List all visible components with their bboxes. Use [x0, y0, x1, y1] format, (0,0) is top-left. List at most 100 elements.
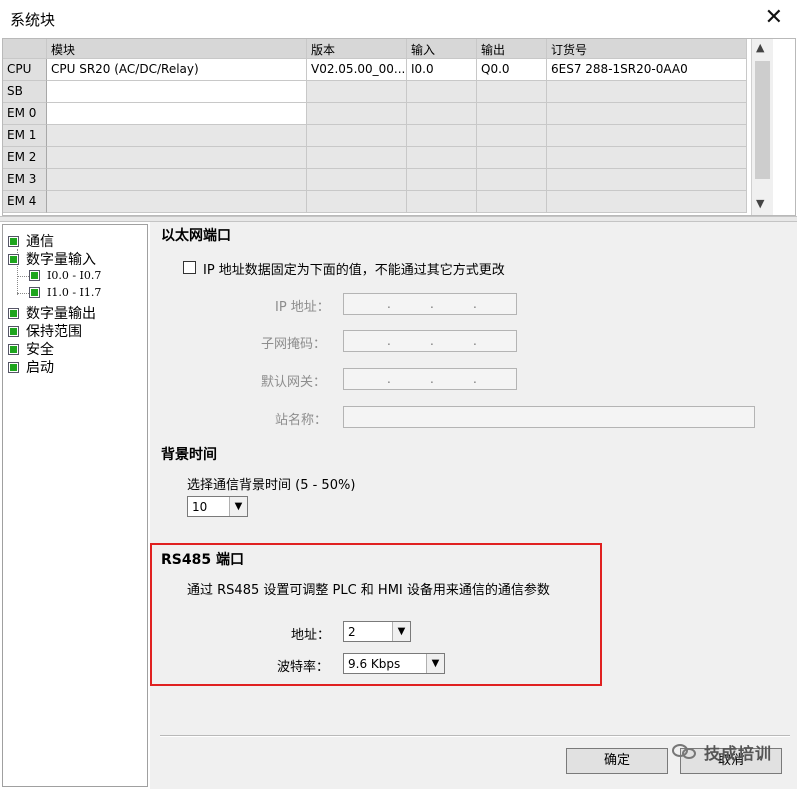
settings-tree: 通信 数字量输入 I0.0 - I0.7 I1.0 - I1.7 数字量输出 保…	[2, 224, 148, 787]
window-title: 系统块	[10, 11, 56, 29]
cell-slot: CPU	[3, 59, 47, 81]
cell-output[interactable]: Q0.0	[477, 59, 547, 81]
chevron-down-icon: ▼	[426, 654, 444, 673]
module-node-icon	[8, 307, 19, 319]
subnet-mask-label: 子网掩码：	[261, 337, 327, 352]
cell-order-number[interactable]	[547, 147, 747, 169]
chevron-down-icon: ▼	[392, 622, 410, 641]
scroll-thumb[interactable]	[755, 61, 770, 179]
cell-input[interactable]	[407, 169, 477, 191]
cell-version[interactable]	[307, 191, 407, 213]
tree-item-label: 数字量输出	[26, 306, 96, 322]
tree-item-comm[interactable]: 通信	[8, 231, 54, 251]
cell-version[interactable]: V02.05.00_00....	[307, 59, 407, 81]
background-time-heading: 背景时间	[161, 447, 217, 463]
tree-item-retentive[interactable]: 保持范围	[8, 321, 82, 341]
cell-order-number[interactable]	[547, 125, 747, 147]
tree-item-label: I0.0 - I0.7	[47, 269, 102, 282]
cell-module[interactable]	[47, 169, 307, 191]
cell-output[interactable]	[477, 191, 547, 213]
column-header-module: 模块	[47, 39, 307, 59]
background-time-select[interactable]: 10 ▼	[187, 496, 248, 517]
column-header-slot	[3, 39, 47, 59]
baud-rate-label: 波特率：	[277, 660, 330, 675]
module-node-icon	[29, 287, 40, 298]
subnet-mask-field: ...	[343, 330, 517, 352]
cell-version[interactable]	[307, 81, 407, 103]
address-label: 地址：	[291, 628, 331, 643]
cell-slot: SB	[3, 81, 47, 103]
cell-output[interactable]	[477, 147, 547, 169]
title-bar: 系统块 ✕	[0, 0, 797, 38]
tree-item-digital-input[interactable]: 数字量输入	[8, 249, 96, 269]
rs485-heading: RS485 端口	[161, 552, 244, 568]
address-select[interactable]: 2 ▼	[343, 621, 411, 642]
tree-item-label: 安全	[26, 342, 54, 358]
settings-pane: 以太网端口 IP 地址数据固定为下面的值，不能通过其它方式更改 IP 地址： .…	[150, 222, 797, 789]
fixed-ip-label: IP 地址数据固定为下面的值，不能通过其它方式更改	[203, 263, 505, 278]
cell-module[interactable]	[47, 103, 307, 125]
rs485-description: 通过 RS485 设置可调整 PLC 和 HMI 设备用来通信的通信参数	[187, 583, 550, 598]
module-node-icon	[8, 361, 19, 373]
cell-order-number[interactable]	[547, 103, 747, 125]
cell-input[interactable]	[407, 81, 477, 103]
tree-connector	[17, 276, 29, 277]
cell-version[interactable]	[307, 169, 407, 191]
column-header-version: 版本	[307, 39, 407, 59]
cell-module[interactable]	[47, 191, 307, 213]
scroll-down-icon[interactable]: ▼	[756, 197, 764, 210]
tree-connector	[17, 293, 29, 294]
cell-input[interactable]	[407, 147, 477, 169]
cell-input[interactable]: I0.0	[407, 59, 477, 81]
cell-version[interactable]	[307, 125, 407, 147]
table-scrollbar[interactable]: ▲ ▼	[751, 39, 773, 215]
tree-item-label: 保持范围	[26, 324, 82, 340]
cell-output[interactable]	[477, 125, 547, 147]
close-icon[interactable]: ✕	[765, 6, 783, 30]
cell-order-number[interactable]	[547, 191, 747, 213]
tree-item-input-range-1[interactable]: I1.0 - I1.7	[29, 286, 101, 299]
tree-item-security[interactable]: 安全	[8, 339, 54, 359]
cell-version[interactable]	[307, 103, 407, 125]
cell-output[interactable]	[477, 169, 547, 191]
tree-item-digital-output[interactable]: 数字量输出	[8, 303, 96, 323]
wechat-icon	[672, 742, 698, 762]
baud-rate-select[interactable]: 9.6 Kbps ▼	[343, 653, 445, 674]
tree-item-startup[interactable]: 启动	[8, 357, 54, 377]
tree-item-label: 数字量输入	[26, 252, 96, 268]
cell-slot: EM 1	[3, 125, 47, 147]
cell-version[interactable]	[307, 147, 407, 169]
cell-order-number[interactable]: 6ES7 288-1SR20-0AA0	[547, 59, 747, 81]
divider	[160, 735, 790, 737]
module-table: 模块 版本 输入 输出 订货号 CPU CPU SR20 (AC/DC/Relay) V02.…	[2, 38, 796, 216]
cell-order-number[interactable]	[547, 169, 747, 191]
cell-slot: EM 4	[3, 191, 47, 213]
module-node-icon	[8, 343, 19, 355]
cell-order-number[interactable]	[547, 81, 747, 103]
cell-module[interactable]	[47, 147, 307, 169]
cell-slot: EM 2	[3, 147, 47, 169]
cell-input[interactable]	[407, 125, 477, 147]
module-node-icon	[8, 325, 19, 337]
ip-address-label: IP 地址：	[275, 300, 330, 315]
column-header-output: 输出	[477, 39, 547, 59]
ip-address-field: ...	[343, 293, 517, 315]
cell-output[interactable]	[477, 81, 547, 103]
fixed-ip-checkbox[interactable]	[183, 261, 196, 274]
ok-button[interactable]: 确定	[566, 748, 668, 774]
tree-item-input-range-0[interactable]: I0.0 - I0.7	[29, 269, 101, 282]
gateway-label: 默认网关：	[261, 375, 327, 390]
cell-slot: EM 0	[3, 103, 47, 125]
cell-module[interactable]: CPU SR20 (AC/DC/Relay)	[47, 59, 307, 81]
scroll-up-icon[interactable]: ▲	[756, 41, 764, 54]
watermark-text: 技成培训	[704, 744, 773, 763]
cell-input[interactable]	[407, 103, 477, 125]
cell-module[interactable]	[47, 125, 307, 147]
station-name-label: 站名称：	[275, 413, 328, 428]
gateway-field: ...	[343, 368, 517, 390]
station-name-field	[343, 406, 755, 428]
cell-module[interactable]	[47, 81, 307, 103]
cell-input[interactable]	[407, 191, 477, 213]
chevron-down-icon: ▼	[229, 497, 247, 516]
cell-output[interactable]	[477, 103, 547, 125]
